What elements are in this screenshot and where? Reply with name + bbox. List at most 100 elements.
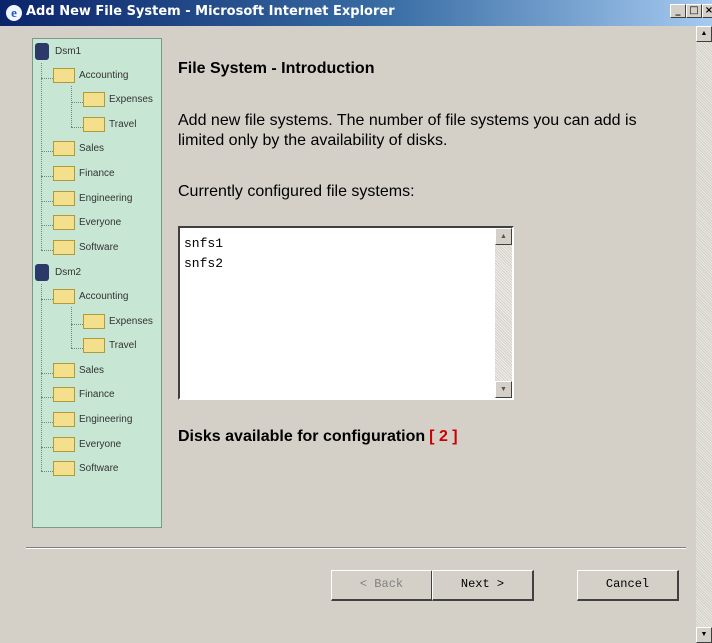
tree-connector	[41, 225, 53, 227]
disks-available: Disks available for configuration[ 2 ]	[178, 428, 458, 446]
tree-folder-node: Everyone	[53, 436, 122, 457]
tree-folder-node: Accounting	[53, 289, 128, 309]
tree-node-label: Expenses	[109, 94, 153, 106]
tree-folder-node: Travel	[83, 116, 137, 137]
folder-icon	[53, 239, 75, 255]
list-scroll-up-icon[interactable]: ▲	[495, 228, 512, 245]
tree-connector	[41, 249, 53, 251]
folder-icon	[53, 141, 75, 157]
tree-node-label: Finance	[79, 168, 115, 180]
tree-connector	[41, 176, 53, 177]
folder-icon	[53, 215, 75, 231]
tree-node-label: Finance	[79, 389, 115, 401]
list-item[interactable]: snfs2	[184, 254, 223, 274]
folder-icon	[53, 67, 75, 83]
tree-node-label: Accounting	[79, 291, 129, 303]
tree-node-label: Engineering	[79, 192, 133, 204]
folder-icon	[83, 338, 105, 354]
window-title: Add New File System - Microsoft Internet…	[26, 4, 395, 19]
tree-node-label: Dsm1	[55, 46, 82, 58]
tree-folder-node: Finance	[53, 166, 115, 186]
tree-node-label: Travel	[109, 118, 137, 130]
folder-icon	[53, 412, 75, 427]
tree-connector	[41, 284, 42, 472]
tree-connector	[41, 63, 42, 250]
tree-node-label: Sales	[79, 143, 105, 155]
close-button[interactable]: ×	[702, 4, 712, 18]
listbox-scrollbar[interactable]: ▲ ▼	[495, 228, 512, 398]
folder-icon	[53, 436, 75, 452]
tree-folder-node: Engineering	[53, 190, 133, 211]
tree-folder-node: Engineering	[53, 412, 132, 432]
tree-node-label: Software	[79, 241, 119, 253]
list-scroll-down-icon[interactable]: ▼	[495, 381, 512, 398]
tree-connector	[41, 200, 53, 202]
folder-icon	[83, 116, 105, 132]
tree-connector	[41, 151, 53, 153]
file-system-list: snfs1 snfs2	[184, 234, 223, 274]
button-separator	[26, 547, 686, 549]
folder-icon	[83, 92, 105, 108]
title-bar[interactable]: e Add New File System - Microsoft Intern…	[0, 0, 712, 26]
tree-connector	[71, 307, 72, 349]
tree-node-label: Travel	[109, 340, 137, 352]
tree-connector	[71, 102, 83, 104]
tree-node-label: Dsm2	[55, 267, 82, 279]
list-item[interactable]: snfs1	[184, 234, 223, 254]
cancel-button[interactable]: Cancel	[577, 570, 679, 601]
file-system-tree: Dsm1 Accounting Expenses Travel Sales Finance…	[32, 38, 162, 528]
tree-node-label: Engineering	[79, 414, 133, 426]
tree-connector	[41, 77, 53, 79]
folder-icon	[53, 166, 75, 181]
file-system-listbox[interactable]: snfs1 snfs2 ▲ ▼	[178, 226, 514, 400]
tree-node-label: Software	[79, 463, 119, 475]
tree-connector	[41, 299, 53, 300]
tree-connector	[71, 85, 72, 127]
folder-icon	[53, 362, 75, 378]
next-button[interactable]: Next >	[432, 570, 534, 601]
tree-folder-node: Everyone	[53, 215, 121, 235]
folder-icon	[53, 387, 75, 403]
tree-connector	[41, 397, 53, 399]
tree-connector	[71, 323, 83, 325]
scroll-up-arrow-icon[interactable]: ▲	[696, 26, 712, 42]
folder-icon	[53, 289, 75, 304]
page-title: File System - Introduction	[178, 60, 375, 77]
scroll-down-arrow-icon[interactable]: ▼	[696, 627, 712, 643]
database-icon	[35, 264, 49, 282]
maximize-button[interactable]: □	[686, 4, 702, 18]
tree-node-label: Accounting	[79, 69, 129, 81]
tree-node-label: Sales	[79, 364, 105, 376]
tree-folder-node: Expenses	[83, 313, 153, 334]
database-icon	[35, 43, 49, 60]
disks-available-count: [ 2 ]	[429, 428, 458, 445]
browser-window: e Add New File System - Microsoft Intern…	[0, 0, 712, 643]
tree-node-label: Expenses	[109, 315, 153, 327]
tree-folder-node: Finance	[53, 387, 115, 407]
internet-explorer-icon: e	[6, 5, 22, 21]
disks-available-label: Disks available for configuration	[178, 428, 426, 445]
back-button[interactable]: < Back	[331, 570, 433, 601]
tree-folder-node: Expenses	[83, 92, 153, 112]
tree-connector	[41, 471, 53, 473]
tree-connector	[41, 446, 53, 448]
tree-folder-node: Sales	[53, 141, 104, 161]
intro-description: Add new file systems. The number of file…	[178, 112, 637, 149]
tree-folder-node: Sales	[53, 362, 105, 383]
tree-connector	[71, 348, 83, 350]
folder-icon	[53, 190, 75, 206]
page-scrollbar[interactable]: ▲ ▼	[696, 26, 712, 643]
tree-folder-node: Accounting	[53, 67, 129, 88]
tree-folder-node: Travel	[83, 338, 136, 358]
tree-node-label: Everyone	[79, 438, 122, 450]
tree-root-node: Dsm1	[35, 43, 81, 63]
minimize-button[interactable]: _	[670, 4, 686, 18]
configured-file-systems-label: Currently configured file systems:	[178, 183, 415, 200]
tree-folder-node: Software	[53, 461, 118, 481]
folder-icon	[83, 313, 105, 329]
tree-node-label: Everyone	[79, 217, 122, 229]
folder-icon	[53, 461, 75, 477]
tree-connector	[41, 422, 53, 423]
tree-folder-node: Software	[53, 239, 119, 260]
tree-root-node: Dsm2	[35, 264, 81, 284]
